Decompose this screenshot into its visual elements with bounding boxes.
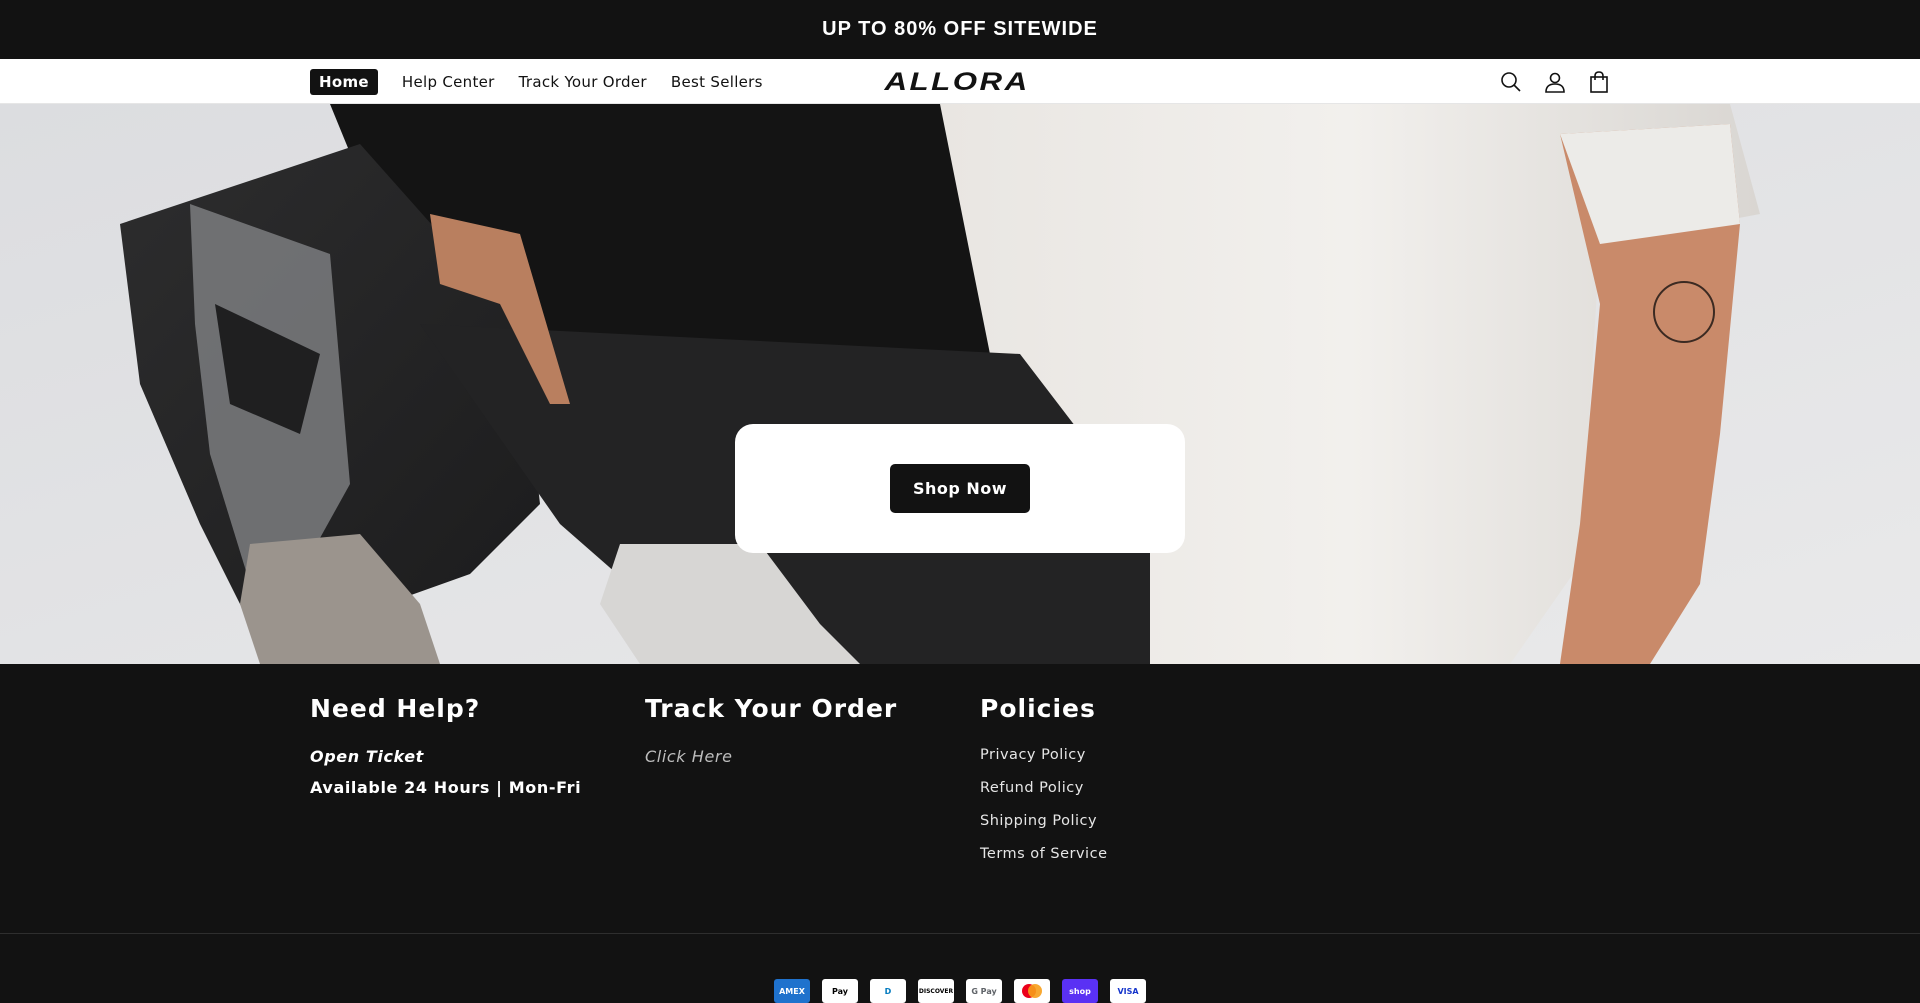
amex-icon: AMEX xyxy=(774,979,810,1003)
hero-image xyxy=(0,104,1920,664)
shop-pay-icon: shop xyxy=(1062,979,1098,1003)
payment-icons: AMEX Pay D DISCOVER G Pay shop VISA xyxy=(774,979,1158,1003)
footer-policies-heading: Policies xyxy=(980,694,1096,723)
site-header: Home Help Center Track Your Order Best S… xyxy=(0,59,1920,104)
track-order-link[interactable]: Click Here xyxy=(645,747,733,766)
open-ticket-link[interactable]: Open Ticket xyxy=(310,747,581,766)
shipping-policy-link[interactable]: Shipping Policy xyxy=(980,813,1107,829)
search-icon[interactable] xyxy=(1498,69,1524,95)
nav-item-home[interactable]: Home xyxy=(310,68,378,95)
account-icon[interactable] xyxy=(1542,69,1568,95)
availability-text: Available 24 Hours | Mon-Fri xyxy=(310,778,582,797)
refund-policy-link[interactable]: Refund Policy xyxy=(980,780,1107,796)
footer-divider xyxy=(0,933,1920,934)
terms-of-service-link[interactable]: Terms of Service xyxy=(980,846,1107,862)
hero-banner: Shop Now xyxy=(0,104,1920,664)
shop-now-button[interactable]: Shop Now xyxy=(890,464,1030,513)
apple-pay-icon: Pay xyxy=(822,979,858,1003)
visa-icon: VISA xyxy=(1110,979,1146,1003)
main-nav: Home Help Center Track Your Order Best S… xyxy=(310,59,787,104)
google-pay-icon: G Pay xyxy=(966,979,1002,1003)
logo-text: ALLORA xyxy=(884,67,1030,96)
privacy-policy-link[interactable]: Privacy Policy xyxy=(980,747,1107,763)
nav-item-help-center[interactable]: Help Center xyxy=(402,73,495,91)
site-logo[interactable]: ALLORA xyxy=(884,67,1030,97)
site-footer: Need Help? Open Ticket Available 24 Hour… xyxy=(0,664,1920,1003)
footer-policies: Policies Privacy Policy Refund Policy Sh… xyxy=(980,694,1107,879)
announcement-text: UP TO 80% OFF SITEWIDE xyxy=(822,18,1098,40)
header-icons xyxy=(1498,59,1630,104)
footer-help: Need Help? Open Ticket Available 24 Hour… xyxy=(310,694,581,809)
mastercard-icon xyxy=(1014,979,1050,1003)
diners-club-icon: D xyxy=(870,979,906,1003)
footer-track: Track Your Order Click Here xyxy=(645,694,897,766)
nav-item-track-your-order[interactable]: Track Your Order xyxy=(519,73,647,91)
hero-cta-box: Shop Now xyxy=(735,424,1185,553)
footer-help-heading: Need Help? xyxy=(310,694,481,723)
nav-item-best-sellers[interactable]: Best Sellers xyxy=(671,73,763,91)
announcement-bar: UP TO 80% OFF SITEWIDE xyxy=(0,0,1920,59)
discover-icon: DISCOVER xyxy=(918,979,954,1003)
cart-icon[interactable] xyxy=(1586,69,1612,95)
footer-track-heading: Track Your Order xyxy=(645,694,898,723)
